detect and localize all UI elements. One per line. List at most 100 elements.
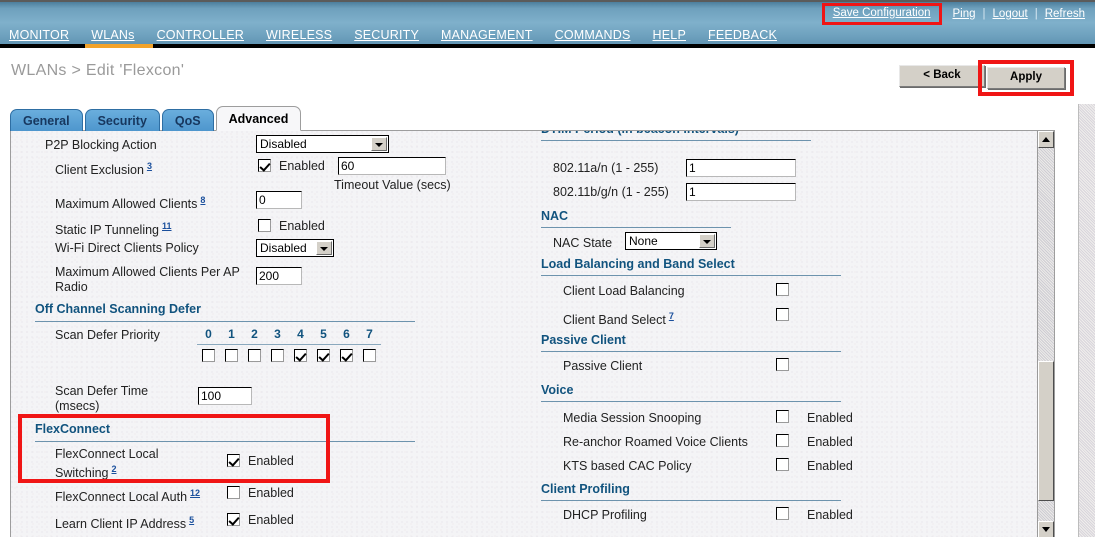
nav-item-controller[interactable]: CONTROLLER bbox=[157, 28, 244, 42]
divider-load-balancing bbox=[541, 275, 841, 276]
divider-dtim bbox=[541, 140, 811, 141]
client-load-balancing-label: Client Load Balancing bbox=[563, 284, 685, 298]
learn-client-ip-checkbox[interactable] bbox=[227, 513, 240, 526]
priority-header-3: 3 bbox=[274, 327, 281, 341]
nac-state-label: NAC State bbox=[553, 236, 613, 250]
tab-security[interactable]: Security bbox=[84, 109, 160, 131]
flexconnect-local-auth-label: FlexConnect Local Auth 12 bbox=[55, 486, 200, 505]
priority-header-0: 0 bbox=[205, 327, 212, 341]
max-allowed-clients-footnote[interactable]: 8 bbox=[200, 195, 205, 205]
priority-checkbox-2[interactable] bbox=[248, 349, 261, 362]
nav-item-commands[interactable]: COMMANDS bbox=[555, 28, 631, 42]
wifi-direct-select[interactable]: Disabled bbox=[256, 239, 334, 257]
static-ip-tunneling-checkbox[interactable] bbox=[258, 219, 271, 232]
scroll-down-arrow-icon[interactable] bbox=[1038, 521, 1054, 537]
left-settings-column: P2P Blocking Action Disabled Client Excl… bbox=[11, 131, 521, 537]
flexconnect-local-switching-checkbox-group: Enabled bbox=[227, 454, 294, 468]
row-flexconnect-local-auth: FlexConnect Local Auth 12 bbox=[55, 486, 200, 505]
section-off-channel-scanning-defer: Off Channel Scanning Defer bbox=[35, 302, 201, 316]
media-session-snooping-label: Media Session Snooping bbox=[563, 411, 702, 425]
browser-vertical-scrollbar[interactable] bbox=[1078, 104, 1095, 537]
flexconnect-local-auth-enabled-label: Enabled bbox=[248, 486, 294, 500]
p2p-blocking-label: P2P Blocking Action bbox=[45, 138, 157, 152]
apply-button-highlight: Apply bbox=[978, 60, 1074, 96]
learn-client-ip-enabled-label: Enabled bbox=[248, 513, 294, 527]
flexconnect-local-switching-footnote[interactable]: 2 bbox=[112, 464, 117, 474]
dtim-802-11b-g-n-input[interactable]: 1 bbox=[686, 183, 796, 201]
priority-header-6: 6 bbox=[343, 327, 350, 341]
priority-checkbox-1[interactable] bbox=[225, 349, 238, 362]
dtim-802-11b-g-n-label: 802.11b/g/n (1 - 255) bbox=[553, 185, 669, 199]
priority-checkbox-7[interactable] bbox=[363, 349, 376, 362]
dhcp-profiling-label: DHCP Profiling bbox=[563, 508, 647, 522]
client-band-select-checkbox[interactable] bbox=[776, 308, 789, 321]
advanced-settings-panel: P2P Blocking Action Disabled Client Excl… bbox=[10, 130, 1055, 537]
media-session-snooping-checkbox[interactable] bbox=[776, 410, 789, 423]
tab-advanced[interactable]: Advanced bbox=[215, 106, 302, 131]
re-anchor-roamed-voice-enabled-label: Enabled bbox=[807, 435, 853, 449]
divider-voice bbox=[541, 401, 841, 402]
chevron-down-icon bbox=[699, 234, 715, 248]
flexconnect-local-auth-footnote[interactable]: 12 bbox=[190, 488, 200, 498]
nac-state-value: None bbox=[629, 234, 658, 248]
panel-vertical-scrollbar[interactable] bbox=[1037, 131, 1054, 537]
dhcp-profiling-enabled-label: Enabled bbox=[807, 508, 853, 522]
tab-general[interactable]: General bbox=[10, 109, 83, 131]
priority-checkbox-6[interactable] bbox=[340, 349, 353, 362]
p2p-blocking-select[interactable]: Disabled bbox=[256, 135, 389, 153]
priority-checkbox-0[interactable] bbox=[202, 349, 215, 362]
static-ip-tunneling-footnote[interactable]: 11 bbox=[162, 221, 172, 231]
nac-state-select[interactable]: None bbox=[625, 232, 717, 250]
section-passive-client: Passive Client bbox=[541, 333, 626, 347]
client-exclusion-timeout-input[interactable]: 60 bbox=[338, 157, 446, 175]
nav-item-monitor[interactable]: MONITOR bbox=[9, 28, 69, 42]
divider-priority-row bbox=[197, 344, 381, 345]
max-clients-per-ap-radio-input[interactable]: 200 bbox=[256, 267, 302, 285]
dtim-802-11a-n-input[interactable]: 1 bbox=[686, 159, 796, 177]
back-button[interactable]: < Back bbox=[899, 65, 985, 87]
client-exclusion-enabled-label: Enabled bbox=[279, 159, 325, 173]
client-band-select-footnote[interactable]: 7 bbox=[669, 311, 674, 321]
row-p2p-blocking: P2P Blocking Action bbox=[45, 138, 245, 153]
apply-button[interactable]: Apply bbox=[987, 67, 1065, 89]
max-allowed-clients-input[interactable]: 0 bbox=[256, 191, 302, 209]
tab-qos[interactable]: QoS bbox=[161, 109, 214, 131]
dhcp-profiling-checkbox[interactable] bbox=[776, 507, 789, 520]
p2p-blocking-value: Disabled bbox=[260, 137, 307, 151]
kts-cac-policy-checkbox[interactable] bbox=[776, 458, 789, 471]
learn-client-ip-footnote[interactable]: 5 bbox=[189, 515, 194, 525]
nav-item-security[interactable]: SECURITY bbox=[354, 28, 419, 42]
row-static-ip-tunneling: Static IP Tunneling 11 bbox=[55, 219, 172, 238]
scan-defer-time-input[interactable]: 100 bbox=[198, 387, 252, 405]
banner-link-group: Save Configuration Ping | Logout | Refre… bbox=[821, 3, 1089, 25]
divider-flexconnect bbox=[35, 441, 415, 442]
static-ip-tunneling-label: Static IP Tunneling 11 bbox=[55, 219, 172, 238]
nav-item-management[interactable]: MANAGEMENT bbox=[441, 28, 533, 42]
client-load-balancing-checkbox[interactable] bbox=[776, 283, 789, 296]
priority-checkbox-5[interactable] bbox=[317, 349, 330, 362]
flexconnect-local-switching-checkbox[interactable] bbox=[227, 454, 240, 467]
scrollbar-thumb[interactable] bbox=[1038, 361, 1054, 501]
nav-item-help[interactable]: HELP bbox=[653, 28, 686, 42]
flexconnect-local-auth-checkbox[interactable] bbox=[227, 486, 240, 499]
priority-checkbox-4[interactable] bbox=[294, 349, 307, 362]
passive-client-checkbox[interactable] bbox=[776, 358, 789, 371]
re-anchor-roamed-voice-checkbox[interactable] bbox=[776, 434, 789, 447]
row-max-allowed-clients: Maximum Allowed Clients 8 bbox=[55, 193, 205, 212]
kts-cac-policy-enabled-label: Enabled bbox=[807, 459, 853, 473]
client-exclusion-checkbox[interactable] bbox=[258, 159, 271, 172]
link-separator-1: | bbox=[982, 8, 986, 20]
scan-defer-priority-label: Scan Defer Priority bbox=[55, 328, 160, 342]
nav-item-wlans[interactable]: WLANs bbox=[91, 28, 134, 42]
client-exclusion-footnote[interactable]: 3 bbox=[147, 161, 152, 171]
logout-link[interactable]: Logout bbox=[989, 8, 1032, 20]
max-clients-per-ap-radio-label: Maximum Allowed Clients Per AP Radio bbox=[55, 265, 240, 294]
save-configuration-link[interactable]: Save Configuration bbox=[829, 7, 935, 19]
refresh-link[interactable]: Refresh bbox=[1041, 8, 1089, 20]
nav-item-wireless[interactable]: WIRELESS bbox=[266, 28, 332, 42]
ping-link[interactable]: Ping bbox=[949, 8, 980, 20]
priority-checkbox-3[interactable] bbox=[271, 349, 284, 362]
nav-item-feedback[interactable]: FEEDBACK bbox=[708, 28, 777, 42]
scroll-up-arrow-icon[interactable] bbox=[1038, 131, 1054, 148]
priority-header-2: 2 bbox=[251, 327, 258, 341]
